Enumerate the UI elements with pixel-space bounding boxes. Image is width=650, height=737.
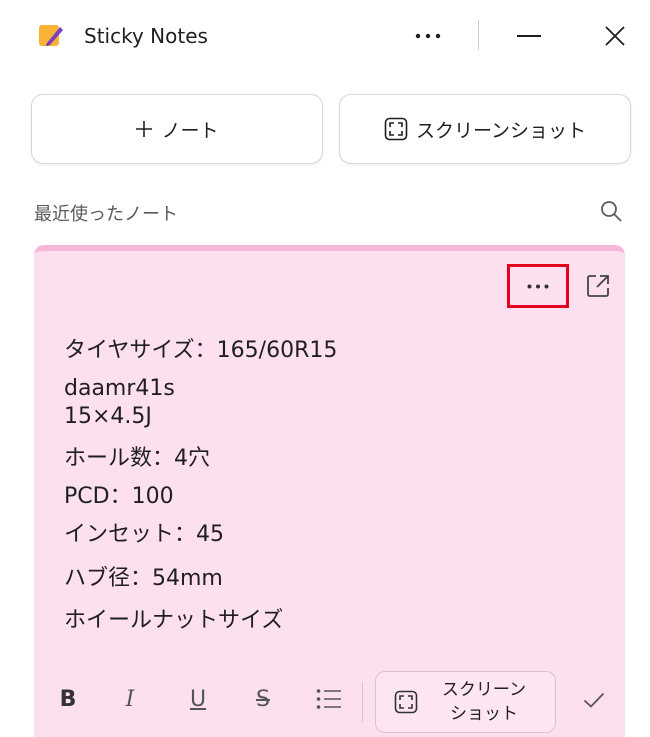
bullet-list-button[interactable] (311, 681, 347, 717)
title-divider (478, 20, 479, 50)
note-card[interactable]: タイヤサイズ：165/60R15 daamr41s 15×4.5J ホール数：4… (34, 245, 625, 737)
note-line: daamr41s (64, 376, 175, 401)
note-line: ハブ径：54mm (64, 566, 223, 591)
sticky-notes-logo-icon (38, 22, 64, 48)
note-line: インセット：45 (64, 522, 224, 547)
screenshot-button[interactable]: スクリーンショット (339, 94, 631, 164)
open-external-icon (587, 275, 609, 297)
close-icon (605, 26, 625, 46)
close-button[interactable] (593, 14, 637, 58)
note-line: ホイールナットサイズ (64, 608, 284, 633)
note-more-button[interactable] (507, 264, 569, 308)
note-screenshot-label-line1: スクリーン (441, 680, 527, 700)
screenshot-icon (384, 117, 408, 141)
screenshot-label: スクリーンショット (415, 119, 587, 142)
done-button[interactable] (577, 683, 611, 717)
recent-notes-label: 最近使ったノート (34, 204, 178, 225)
bullet-list-icon (316, 689, 341, 709)
toolbar-divider (362, 682, 363, 722)
open-note-button[interactable] (583, 271, 613, 301)
note-line: PCD：100 (64, 484, 174, 509)
note-screenshot-label: スクリーン ショット (434, 678, 534, 726)
search-icon (601, 201, 622, 222)
note-line: 15×4.5J (64, 404, 152, 429)
sticky-notes-window: Sticky Notes ノート スクリーンショット 最近使ったノート タイヤサ… (0, 0, 650, 737)
note-screenshot-label-line2: ショット (450, 704, 518, 724)
new-note-label: ノート (161, 119, 219, 142)
title-bar: Sticky Notes (0, 0, 650, 72)
title-more-button[interactable] (406, 16, 450, 56)
screenshot-icon (394, 690, 418, 714)
note-screenshot-button[interactable]: スクリーン ショット (375, 671, 556, 733)
app-title: Sticky Notes (84, 24, 208, 48)
note-line: タイヤサイズ：165/60R15 (64, 338, 338, 363)
minimize-icon (517, 35, 541, 37)
more-horizontal-icon (415, 33, 441, 39)
checkmark-icon (583, 692, 605, 708)
strikethrough-button[interactable]: S (245, 681, 281, 717)
minimize-button[interactable] (507, 16, 551, 56)
bold-button[interactable]: B (50, 681, 86, 717)
new-note-button[interactable]: ノート (31, 94, 323, 164)
plus-icon (135, 120, 153, 138)
note-line: ホール数：4穴 (64, 446, 210, 471)
search-button[interactable] (597, 197, 625, 225)
underline-button[interactable]: U (180, 681, 216, 717)
italic-button[interactable]: I (112, 681, 148, 717)
more-horizontal-icon (527, 284, 549, 288)
